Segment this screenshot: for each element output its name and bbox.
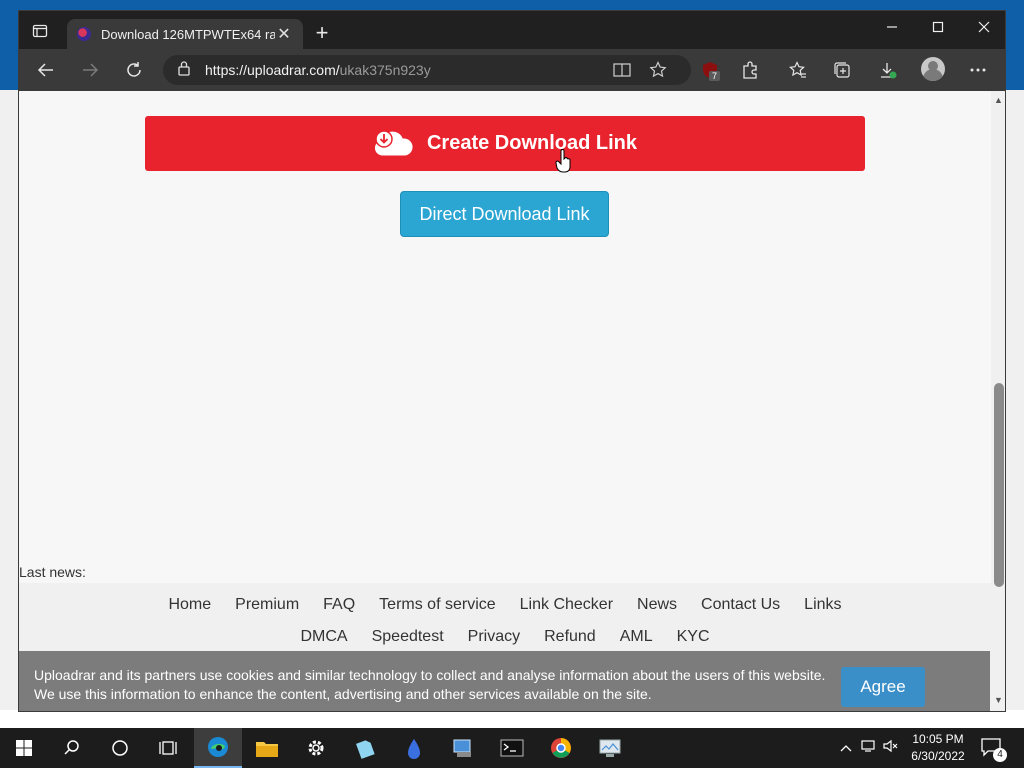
file-explorer-icon[interactable] bbox=[243, 728, 291, 768]
direct-download-link-button[interactable]: Direct Download Link bbox=[400, 191, 609, 237]
footer-links-row-2: DMCA Speedtest Privacy Refund AML KYC bbox=[19, 628, 991, 646]
url-host: https://uploadrar.com/ bbox=[205, 62, 340, 78]
search-icon[interactable] bbox=[48, 728, 96, 768]
clock-date: 6/30/2022 bbox=[911, 749, 965, 763]
cloud-download-icon bbox=[373, 129, 413, 157]
last-news-label: Last news: bbox=[19, 564, 86, 580]
refresh-icon[interactable] bbox=[121, 57, 147, 83]
extensions-icon[interactable] bbox=[737, 57, 763, 83]
browser-toolbar: https://uploadrar.com/ukak375n923y 7 bbox=[19, 49, 1005, 91]
scroll-down-icon[interactable]: ▼ bbox=[994, 695, 1003, 705]
footer-link-terms[interactable]: Terms of service bbox=[379, 596, 495, 614]
collections-icon[interactable] bbox=[829, 57, 855, 83]
footer-links-row-1: Home Premium FAQ Terms of service Link C… bbox=[19, 596, 991, 614]
notification-count-badge: 4 bbox=[993, 748, 1007, 762]
footer-link-refund[interactable]: Refund bbox=[544, 628, 596, 646]
volume-muted-icon[interactable] bbox=[880, 739, 902, 758]
tab-actions-icon[interactable] bbox=[29, 21, 51, 41]
footer-link-faq[interactable]: FAQ bbox=[323, 596, 355, 614]
create-download-link-label: Create Download Link bbox=[426, 132, 638, 154]
page-content: Create Download Link Direct Download Lin… bbox=[19, 91, 991, 711]
create-download-link-button[interactable]: Create Download Link bbox=[145, 116, 865, 171]
url-path: ukak375n923y bbox=[339, 62, 431, 78]
site-favicon-icon bbox=[77, 27, 91, 41]
scroll-up-icon[interactable]: ▲ bbox=[994, 95, 1003, 105]
background-window-bottom bbox=[0, 710, 1024, 728]
settings-icon[interactable] bbox=[292, 728, 340, 768]
browser-window: Download 126MTPWTEx64 rar ✕ + https://up… bbox=[18, 10, 1006, 712]
cookie-banner-line-2: We use this information to enhance the c… bbox=[34, 686, 652, 702]
tab-close-icon[interactable]: ✕ bbox=[275, 24, 293, 44]
footer-link-contact-us[interactable]: Contact Us bbox=[701, 596, 780, 614]
footer-link-speedtest[interactable]: Speedtest bbox=[372, 628, 444, 646]
back-icon[interactable] bbox=[33, 57, 59, 83]
chrome-icon[interactable] bbox=[537, 728, 585, 768]
taskbar-clock[interactable]: 10:05 PM 6/30/2022 bbox=[900, 731, 976, 765]
footer-link-aml[interactable]: AML bbox=[620, 628, 653, 646]
network-icon[interactable] bbox=[439, 728, 487, 768]
footer-link-privacy[interactable]: Privacy bbox=[468, 628, 520, 646]
show-hidden-icons-icon[interactable] bbox=[834, 739, 858, 757]
monitor-icon[interactable] bbox=[586, 728, 634, 768]
task-view-icon[interactable] bbox=[144, 728, 192, 768]
reader-view-icon[interactable] bbox=[611, 59, 633, 81]
scrollbar-thumb[interactable] bbox=[994, 383, 1004, 587]
lock-icon bbox=[177, 60, 193, 81]
close-icon[interactable] bbox=[961, 11, 1005, 43]
address-bar[interactable]: https://uploadrar.com/ukak375n923y bbox=[163, 55, 691, 85]
url-text: https://uploadrar.com/ukak375n923y bbox=[205, 62, 431, 78]
page-scrollbar[interactable]: ▲ ▼ bbox=[991, 91, 1005, 711]
extension-badge: 7 bbox=[709, 71, 721, 81]
clock-time: 10:05 PM bbox=[912, 732, 964, 746]
agree-button[interactable]: Agree bbox=[841, 667, 925, 707]
cookie-banner: Uploadrar and its partners use cookies a… bbox=[19, 651, 990, 711]
add-favorite-icon[interactable] bbox=[647, 59, 669, 81]
maximize-icon[interactable] bbox=[915, 11, 961, 43]
footer-link-news[interactable]: News bbox=[637, 596, 677, 614]
footer-link-kyc[interactable]: KYC bbox=[677, 628, 710, 646]
tab-title: Download 126MTPWTEx64 rar bbox=[101, 26, 275, 42]
downloads-icon[interactable] bbox=[875, 57, 901, 83]
edge-icon[interactable] bbox=[194, 728, 242, 768]
window-controls bbox=[869, 11, 1005, 43]
cortana-icon[interactable] bbox=[96, 728, 144, 768]
footer-link-dmca[interactable]: DMCA bbox=[300, 628, 347, 646]
new-tab-icon[interactable]: + bbox=[311, 22, 333, 45]
more-menu-icon[interactable] bbox=[965, 57, 991, 83]
network-status-icon[interactable] bbox=[858, 739, 880, 758]
terminal-icon[interactable] bbox=[488, 728, 536, 768]
ublock-extension-icon[interactable]: 7 bbox=[697, 57, 723, 83]
cookie-banner-text: Uploadrar and its partners use cookies a… bbox=[34, 666, 844, 704]
footer-link-home[interactable]: Home bbox=[168, 596, 211, 614]
background-window-left bbox=[0, 90, 18, 728]
start-icon[interactable] bbox=[0, 728, 48, 768]
footer-link-link-checker[interactable]: Link Checker bbox=[520, 596, 613, 614]
tab-active[interactable]: Download 126MTPWTEx64 rar ✕ bbox=[67, 19, 303, 49]
notepad-icon[interactable] bbox=[341, 728, 389, 768]
system-tray bbox=[834, 728, 902, 768]
background-window-right bbox=[1006, 90, 1024, 728]
footer-link-premium[interactable]: Premium bbox=[235, 596, 299, 614]
favorites-icon[interactable] bbox=[785, 57, 811, 83]
title-bar: Download 126MTPWTEx64 rar ✕ + bbox=[19, 11, 1005, 49]
forward-icon[interactable] bbox=[77, 57, 103, 83]
windows-taskbar: 10:05 PM 6/30/2022 4 bbox=[0, 728, 1024, 768]
footer-link-links[interactable]: Links bbox=[804, 596, 841, 614]
app-icon[interactable] bbox=[390, 728, 438, 768]
hand-cursor-icon bbox=[555, 149, 571, 173]
minimize-icon[interactable] bbox=[869, 11, 915, 43]
cookie-banner-line-1: Uploadrar and its partners use cookies a… bbox=[34, 667, 826, 683]
profile-avatar[interactable] bbox=[921, 57, 945, 81]
